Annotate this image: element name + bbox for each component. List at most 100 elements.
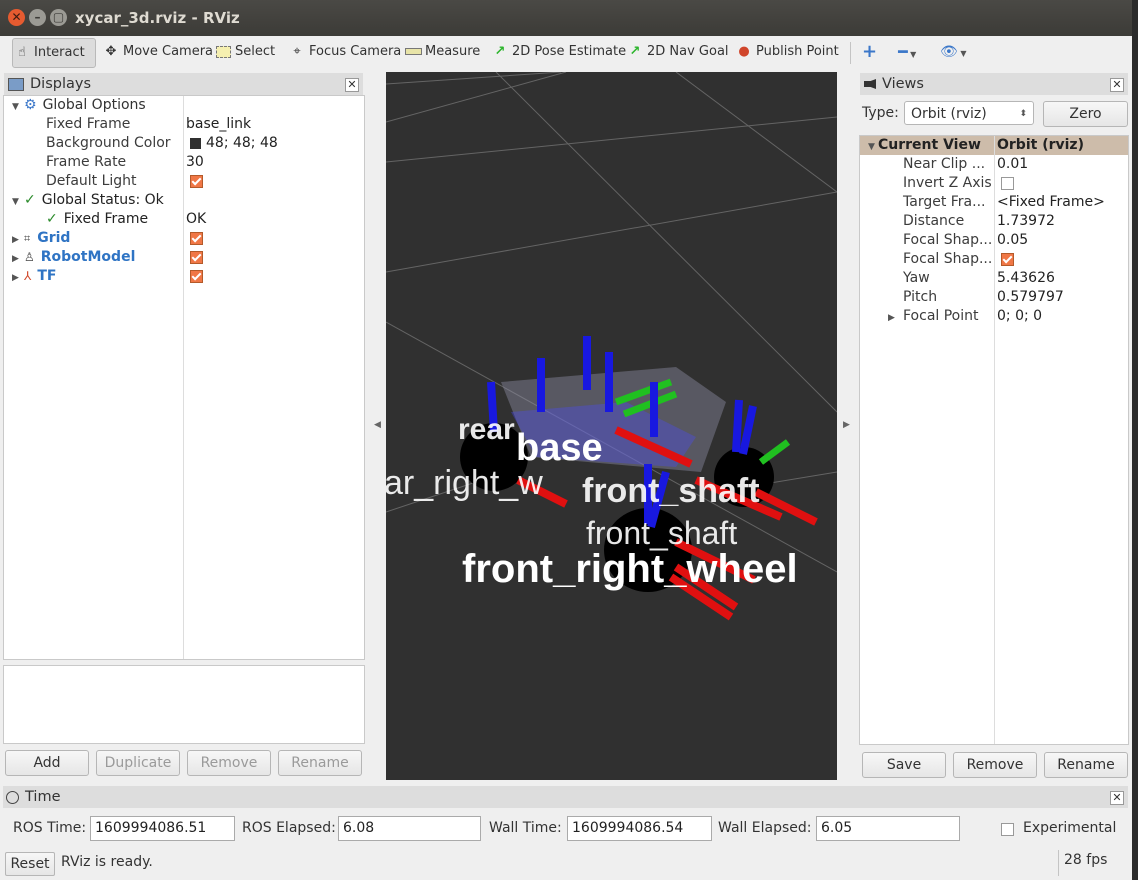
display-description-area — [3, 665, 365, 744]
hand-pointer-icon: ☝ — [18, 45, 26, 60]
tree-row-global-status[interactable]: ▼ ✓ Global Status: Ok — [12, 191, 164, 210]
tree-row-global-options[interactable]: ▼ ⚙ Global Options — [12, 96, 146, 115]
label-base: base — [516, 427, 603, 469]
green-arrow-icon: ↗ — [629, 44, 641, 59]
duplicate-display-button[interactable]: Duplicate — [96, 750, 180, 776]
minimize-window-icon[interactable]: – — [29, 9, 46, 26]
wall-elapsed-field[interactable]: 6.05 — [816, 816, 960, 841]
target-frame-label: Target Fra... — [903, 194, 986, 210]
spinner-arrows-icon: ⬍ — [1019, 109, 1027, 119]
status-separator — [1058, 850, 1059, 876]
publish-point-tool[interactable]: ● Publish Point — [735, 38, 838, 66]
add-display-button[interactable]: Add — [5, 750, 89, 776]
green-arrow-icon: ↗ — [494, 44, 506, 59]
rename-view-button[interactable]: Rename — [1044, 752, 1128, 778]
background-color-value[interactable]: 48; 48; 48 — [190, 134, 278, 153]
gear-icon: ⚙ — [24, 97, 37, 113]
reset-button[interactable]: Reset — [5, 852, 55, 876]
tree-row-robotmodel[interactable]: ▶ ♙ RobotModel — [12, 248, 135, 267]
select-tool[interactable]: Select — [214, 38, 275, 66]
near-clip-value[interactable]: 0.01 — [997, 155, 1028, 174]
displays-tree: ▼ ⚙ Global Options Fixed Frame base_link B… — [3, 95, 365, 660]
focal-point-value[interactable]: 0; 0; 0 — [997, 307, 1042, 326]
ros-elapsed-field[interactable]: 6.08 — [338, 816, 481, 841]
color-swatch — [190, 137, 201, 149]
frame-rate-label: Frame Rate — [46, 154, 127, 170]
rename-display-button[interactable]: Rename — [278, 750, 362, 776]
checkmark-icon: ✓ — [46, 211, 58, 227]
close-panel-icon[interactable]: ✕ — [1110, 791, 1124, 805]
close-panel-icon[interactable]: ✕ — [1110, 78, 1124, 92]
label-rear: rear — [458, 413, 515, 446]
frame-rate-value[interactable]: 30 — [186, 153, 204, 172]
default-light-label: Default Light — [46, 173, 137, 189]
eye-icon[interactable]: 👁 ▼ — [940, 38, 966, 66]
focal-shape-size-label: Focal Shap... — [903, 232, 993, 248]
axes-icon: ⅄ — [24, 269, 32, 283]
collapse-left-icon[interactable]: ◀ — [374, 420, 381, 430]
status-message: RViz is ready. — [61, 854, 153, 870]
focus-camera-tool[interactable]: ⌖ Focus Camera — [288, 38, 401, 66]
target-frame-value[interactable]: <Fixed Frame> — [997, 193, 1105, 212]
tree-row-tf[interactable]: ▶ ⅄ TF — [12, 267, 56, 286]
label-rear-right-wheel: ar_right_w — [386, 464, 543, 502]
monitor-icon — [8, 77, 24, 91]
measure-tool[interactable]: Measure — [404, 38, 480, 66]
move-arrows-icon: ✥ — [105, 44, 117, 59]
window-title-bar[interactable]: ✕ – ▢ xycar_3d.rviz - RViz — [0, 0, 1132, 36]
ros-time-field[interactable]: 1609994086.51 — [90, 816, 235, 841]
column-divider — [183, 96, 184, 659]
near-clip-label: Near Clip ... — [903, 156, 986, 172]
invert-z-checkbox[interactable] — [1001, 174, 1014, 193]
fps-counter: 28 fps — [1064, 852, 1108, 868]
view-type-select[interactable]: Orbit (rviz) ⬍ — [904, 101, 1034, 125]
focal-shape-fixed-checkbox[interactable] — [1001, 250, 1014, 269]
distance-value[interactable]: 1.73972 — [997, 212, 1055, 231]
label-front-right-wheel: front_right_wheel — [462, 547, 798, 591]
tools-toolbar: ☝ Interact ✥ Move Camera Select ⌖ Focus Cam… — [0, 36, 1132, 68]
experimental-checkbox[interactable] — [1001, 821, 1014, 837]
clock-icon — [6, 790, 19, 804]
fixed-frame-label: Fixed Frame — [46, 116, 131, 132]
yaw-value[interactable]: 5.43626 — [997, 269, 1055, 288]
remove-view-button[interactable]: Remove — [953, 752, 1037, 778]
background-color-label: Background Color — [46, 135, 171, 151]
fixed-frame-value[interactable]: base_link — [186, 115, 251, 134]
remove-display-button[interactable]: Remove — [187, 750, 271, 776]
robotmodel-enabled-checkbox[interactable] — [190, 248, 203, 267]
collapse-right-icon[interactable]: ▶ — [843, 420, 850, 430]
background-terminal-strip — [1132, 0, 1138, 880]
grid-enabled-checkbox[interactable] — [190, 229, 203, 248]
maximize-window-icon[interactable]: ▢ — [50, 9, 67, 26]
ros-elapsed-label: ROS Elapsed: — [242, 820, 336, 836]
2d-nav-goal-tool[interactable]: ↗ 2D Nav Goal — [626, 38, 729, 66]
invert-z-label: Invert Z Axis — [903, 175, 992, 191]
tree-row-grid[interactable]: ▶ ⌗ Grid — [12, 229, 70, 248]
crosshair-icon: ⌖ — [293, 44, 301, 59]
time-panel-header: Time ✕ — [3, 786, 1128, 808]
pitch-value[interactable]: 0.579797 — [997, 288, 1064, 307]
close-window-icon[interactable]: ✕ — [8, 9, 25, 26]
current-view-label: ▼ Current View — [868, 137, 981, 153]
current-view-value: Orbit (rviz) — [997, 137, 1084, 153]
focal-point-row[interactable]: ▶ Focal Point — [888, 307, 979, 326]
displays-panel-header: Displays ✕ — [4, 73, 363, 95]
zero-view-button[interactable]: Zero — [1043, 101, 1128, 127]
wall-time-field[interactable]: 1609994086.54 — [567, 816, 712, 841]
2d-pose-estimate-tool[interactable]: ↗ 2D Pose Estimate — [491, 38, 627, 66]
tf-enabled-checkbox[interactable] — [190, 267, 203, 286]
focal-shape-size-value[interactable]: 0.05 — [997, 231, 1028, 250]
focal-shape-fixed-label: Focal Shap... — [903, 251, 993, 267]
camera-icon — [864, 79, 876, 89]
3d-render-viewport[interactable]: rear base ar_right_w front_shaft front_s… — [386, 72, 837, 780]
default-light-checkbox[interactable] — [190, 172, 203, 191]
move-camera-tool[interactable]: ✥ Move Camera — [102, 38, 213, 66]
window-title: xycar_3d.rviz - RViz — [75, 9, 240, 27]
save-view-button[interactable]: Save — [862, 752, 946, 778]
interact-tool[interactable]: ☝ Interact — [12, 38, 96, 68]
column-divider — [994, 136, 995, 744]
ros-time-label: ROS Time: — [13, 820, 87, 836]
add-tool-plus-icon[interactable]: + — [862, 38, 877, 66]
remove-tool-minus-icon[interactable]: ━ ▼ — [898, 38, 916, 66]
close-panel-icon[interactable]: ✕ — [345, 78, 359, 92]
